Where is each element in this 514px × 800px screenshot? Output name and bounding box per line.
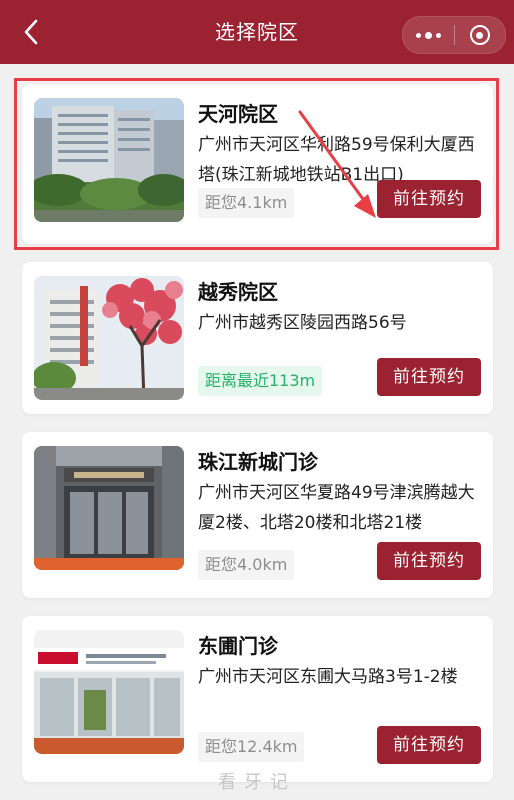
book-appointment-button[interactable]: 前往预约	[377, 358, 481, 396]
distance-badge: 距您4.0km	[198, 550, 295, 580]
distance-badge: 距离最近113m	[198, 366, 323, 396]
campus-photo	[34, 98, 184, 222]
campus-card[interactable]: 天河院区 广州市天河区华利路59号保利大厦西塔(珠江新城地铁站B1出口) 距您4…	[22, 84, 493, 244]
distance-badge: 距您12.4km	[198, 732, 305, 762]
campus-name: 越秀院区	[198, 280, 278, 304]
campus-card[interactable]: 珠江新城门诊 广州市天河区华夏路49号津滨腾越大厦2楼、北塔20楼和北塔21楼 …	[22, 432, 493, 598]
campus-card[interactable]: 东圃门诊 广州市天河区东圃大马路3号1-2楼 距您12.4km 前往预约	[22, 616, 493, 782]
book-appointment-button[interactable]: 前往预约	[377, 542, 481, 580]
more-button[interactable]	[403, 17, 454, 53]
target-circle-icon	[469, 25, 490, 45]
close-button[interactable]	[455, 17, 506, 53]
campus-photo	[34, 630, 184, 754]
campus-photo	[34, 276, 184, 400]
watermark: 看牙记	[218, 772, 296, 793]
campus-card[interactable]: 越秀院区 广州市越秀区陵园西路56号 距离最近113m 前往预约	[22, 262, 493, 414]
campus-address: 广州市天河区东圃大马路3号1-2楼	[198, 667, 458, 687]
campus-photo	[34, 446, 184, 570]
navigation-bar: 选择院区	[0, 0, 514, 64]
book-appointment-button[interactable]: 前往预约	[377, 726, 481, 764]
mini-program-capsule	[402, 16, 506, 54]
campus-name: 东圃门诊	[198, 634, 278, 658]
campus-name: 天河院区	[198, 102, 278, 126]
campus-name: 珠江新城门诊	[198, 450, 318, 474]
campus-address: 广州市越秀区陵园西路56号	[198, 313, 407, 333]
book-appointment-button[interactable]: 前往预约	[377, 180, 481, 218]
distance-badge: 距您4.1km	[198, 188, 295, 218]
campus-address: 广州市天河区华夏路49号津滨腾越大厦2楼、北塔20楼和北塔21楼	[198, 483, 475, 533]
more-dots-icon	[415, 31, 441, 39]
